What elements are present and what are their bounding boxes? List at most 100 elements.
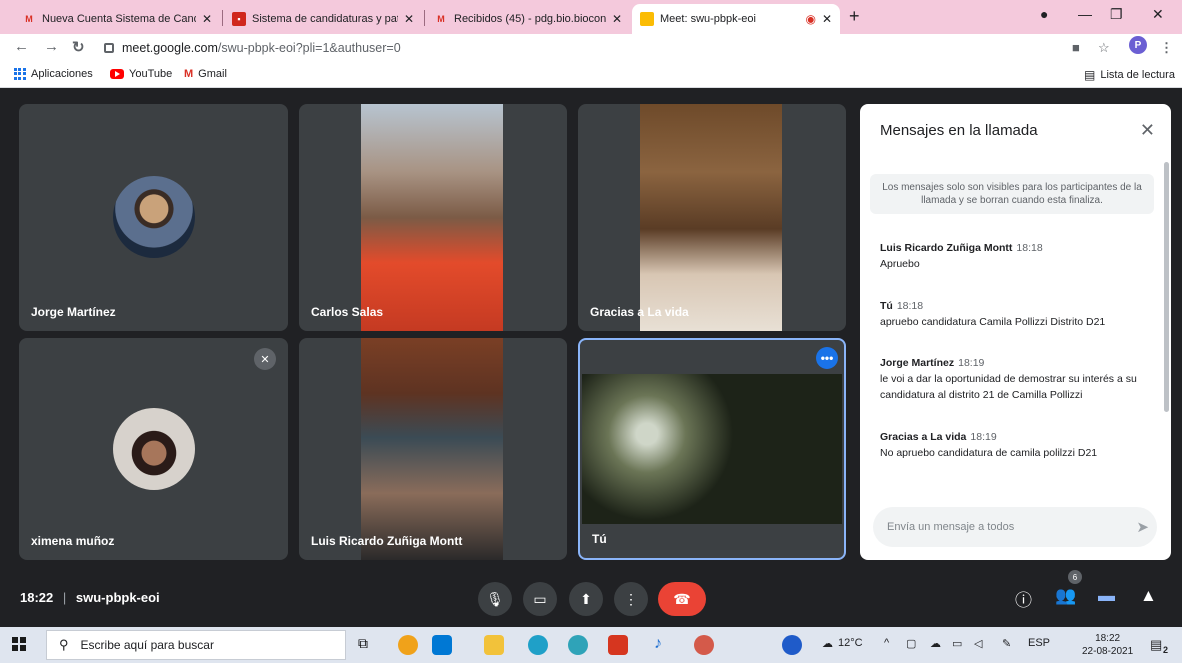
- tab-title: Sistema de candidaturas y patroc: [252, 13, 398, 25]
- notifications-icon[interactable]: ▤: [1150, 637, 1162, 653]
- back-arrow-icon[interactable]: ←: [14, 38, 29, 55]
- edge-canary-icon[interactable]: [568, 635, 588, 655]
- tab-title: Recibidos (45) - pdg.bio.biocons: [454, 13, 606, 25]
- bookmark-label: Aplicaciones: [31, 68, 93, 80]
- music-icon[interactable]: ♪: [654, 635, 674, 655]
- camera-button[interactable]: ▭: [523, 582, 557, 616]
- message-text: No apruebo candidatura de camila polilzz…: [880, 447, 1098, 459]
- task-view-icon[interactable]: ⧉: [358, 635, 378, 655]
- tray-cloud-icon[interactable]: ☁: [930, 637, 941, 650]
- browser-menu-icon[interactable]: ⋮: [1160, 40, 1173, 56]
- reading-list-label: Lista de lectura: [1100, 69, 1175, 81]
- participant-tile[interactable]: Jorge Martínez: [19, 104, 288, 331]
- notification-count: 2: [1163, 645, 1169, 655]
- url-host: meet.google.com: [122, 41, 218, 55]
- activities-icon[interactable]: ▲: [1140, 586, 1157, 606]
- profile-avatar[interactable]: P: [1129, 36, 1147, 54]
- meeting-details-icon[interactable]: ⓘ: [1015, 586, 1032, 611]
- pen-icon[interactable]: ✎: [1002, 637, 1011, 650]
- acrobat-icon[interactable]: [608, 635, 628, 655]
- close-window-button[interactable]: ✕: [1152, 6, 1164, 23]
- message-sender: Tú: [880, 300, 893, 312]
- bookmark-star-icon[interactable]: ☆: [1098, 40, 1110, 56]
- file-explorer-icon[interactable]: [484, 635, 504, 655]
- taskbar-search-box[interactable]: ⚲ Escribe aquí para buscar: [46, 630, 346, 660]
- bookmark-label: YouTube: [129, 68, 173, 80]
- taskbar-clock[interactable]: 18:22 22-08-2021: [1082, 632, 1133, 658]
- meeting-time: 18:22: [20, 590, 54, 605]
- tab-close-icon[interactable]: ✕: [822, 12, 832, 26]
- edge-icon[interactable]: [528, 635, 548, 655]
- restore-button[interactable]: ❐: [1110, 6, 1123, 23]
- participant-tile[interactable]: ✕ ximena muñoz: [19, 338, 288, 560]
- chat-message: Gracias a La vida 18:19 No apruebo candid…: [880, 429, 1150, 461]
- bookmark-gmail[interactable]: M Gmail: [184, 68, 227, 80]
- chat-input-placeholder: Envía un mensaje a todos: [887, 521, 1015, 533]
- new-tab-button[interactable]: +: [849, 6, 860, 27]
- bookmark-youtube[interactable]: YouTube: [110, 68, 172, 80]
- weather-cloud-icon[interactable]: ☁: [822, 637, 833, 650]
- volume-icon[interactable]: ◁: [974, 637, 982, 650]
- present-button[interactable]: ⬆: [569, 582, 603, 616]
- chat-icon[interactable]: ▬: [1098, 586, 1115, 606]
- windows-start-icon[interactable]: [12, 637, 26, 651]
- participant-tile[interactable]: Luis Ricardo Zuñiga Montt: [299, 338, 567, 560]
- network-icon[interactable]: ▭: [952, 637, 962, 650]
- tab-meet[interactable]: Meet: swu-pbpk-eoi ◉ ✕: [632, 4, 840, 34]
- taskbar-time: 18:22: [1095, 633, 1121, 644]
- tab-gmail-nueva-cuenta[interactable]: M Nueva Cuenta Sistema de Candid ✕: [14, 4, 220, 34]
- leave-call-button[interactable]: ☎: [658, 582, 706, 616]
- microphone-icon: 🎙: [486, 590, 504, 607]
- message-sender: Jorge Martínez: [880, 357, 955, 369]
- tab-separator: [222, 10, 223, 26]
- send-icon[interactable]: ➤: [1136, 518, 1149, 536]
- message-text: Apruebo: [880, 258, 920, 270]
- help-icon[interactable]: [782, 635, 802, 655]
- message-time: 18:18: [896, 300, 924, 312]
- weather-temp[interactable]: 12°C: [838, 637, 863, 649]
- tab-sistema-candidaturas[interactable]: ▪ Sistema de candidaturas y patroc ✕: [224, 4, 422, 34]
- taskbar-date: 22-08-2021: [1082, 646, 1134, 657]
- chrome-profile-icon[interactable]: [694, 635, 714, 655]
- camera-indicator-icon[interactable]: ■: [1072, 40, 1080, 55]
- people-icon[interactable]: 👥: [1055, 586, 1076, 606]
- meet-main: Jorge Martínez Carlos Salas Gracias a La…: [0, 89, 1182, 627]
- mail-icon[interactable]: [432, 635, 452, 655]
- tab-close-icon[interactable]: ✕: [202, 12, 212, 26]
- chat-scrollbar[interactable]: [1164, 162, 1169, 412]
- participant-tile[interactable]: Carlos Salas: [299, 104, 567, 331]
- lock-icon: [104, 43, 114, 53]
- participant-name: Gracias a La vida: [590, 305, 689, 319]
- participant-name: Luis Ricardo Zuñiga Montt: [311, 534, 463, 548]
- reading-list-button[interactable]: ▤ Lista de lectura: [1084, 68, 1175, 82]
- minimize-button[interactable]: —: [1078, 6, 1092, 22]
- meeting-controls-bar: 18:22 | swu-pbpk-eoi 🎙 ▭ ⬆ ⋮ ☎ ⓘ 👥 ▬ ▲: [0, 574, 1182, 624]
- more-options-icon[interactable]: •••: [816, 347, 838, 369]
- gmail-icon: M: [184, 68, 194, 80]
- tab-close-icon[interactable]: ✕: [612, 12, 622, 26]
- tab-gmail-recibidos[interactable]: M Recibidos (45) - pdg.bio.biocons ✕: [426, 4, 630, 34]
- reload-icon[interactable]: ↻: [72, 38, 85, 56]
- tray-device-icon[interactable]: ▢: [906, 637, 916, 650]
- self-tile[interactable]: ••• Tú: [578, 338, 846, 560]
- close-icon[interactable]: ✕: [1140, 120, 1155, 141]
- participant-name: Jorge Martínez: [31, 305, 116, 319]
- chrome-icon[interactable]: [398, 635, 418, 655]
- forward-arrow-icon[interactable]: →: [44, 38, 59, 55]
- tab-close-icon[interactable]: ✕: [404, 12, 414, 26]
- bookmark-aplicaciones[interactable]: Aplicaciones: [14, 68, 93, 80]
- keyboard-language[interactable]: ESP: [1028, 637, 1050, 649]
- chat-message-input[interactable]: Envía un mensaje a todos: [873, 507, 1157, 547]
- more-options-button[interactable]: ⋮: [614, 582, 648, 616]
- youtube-icon: [110, 69, 124, 79]
- participant-count-badge: 6: [1068, 570, 1082, 584]
- address-bar[interactable]: meet.google.com /swu-pbpk-eoi?pli=1&auth…: [104, 37, 1064, 59]
- media-indicator-icon[interactable]: ●: [1040, 6, 1048, 22]
- participant-tile[interactable]: Gracias a La vida: [578, 104, 846, 331]
- chat-message: Jorge Martínez 18:19 le voi a dar la opor…: [880, 355, 1150, 403]
- chat-notice: Los mensajes solo son visibles para los …: [870, 174, 1154, 214]
- message-text: le voi a dar la oportunidad de demostrar…: [880, 373, 1137, 401]
- tray-chevron-up-icon[interactable]: ^: [884, 637, 889, 649]
- more-vert-icon: ⋮: [624, 590, 638, 607]
- microphone-button[interactable]: 🎙: [478, 582, 512, 616]
